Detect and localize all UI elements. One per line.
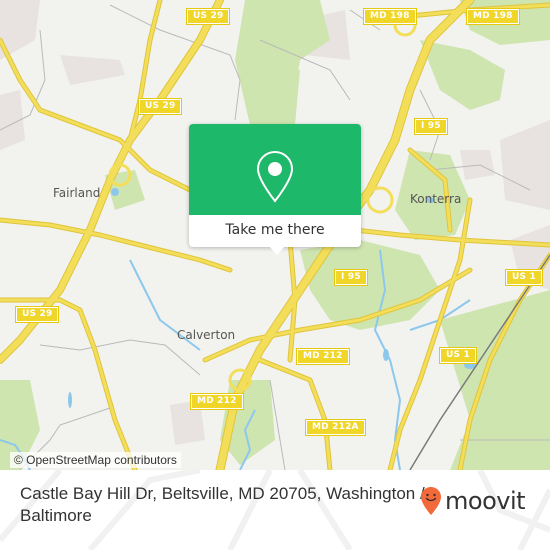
place-label-fairland: Fairland	[53, 186, 101, 200]
map[interactable]: Fairland Konterra Calverton US 29 US 29 …	[0, 0, 550, 470]
road-shield-us29: US 29	[14, 306, 60, 323]
road-shield-md212a: MD 212A	[305, 419, 366, 436]
moovit-logo[interactable]: moovit	[420, 485, 526, 517]
road-shield-us1: US 1	[505, 269, 543, 286]
road-shield-i95: I 95	[334, 269, 368, 286]
road-shield-md212: MD 212	[190, 393, 244, 410]
road-shield-md212: MD 212	[296, 348, 350, 365]
road-shield-us29: US 29	[185, 8, 231, 25]
popup-header	[189, 124, 361, 215]
moovit-smiley-pin-icon	[421, 487, 441, 515]
road-shield-md198: MD 198	[466, 8, 520, 25]
road-shield-md198: MD 198	[363, 8, 417, 25]
take-me-there-button[interactable]: Take me there	[189, 215, 361, 247]
address-text: Castle Bay Hill Dr, Beltsville, MD 20705…	[20, 484, 425, 525]
destination-popup: Take me there	[189, 124, 361, 255]
road-shield-us29: US 29	[137, 98, 183, 115]
road-shield-i95: I 95	[414, 118, 448, 135]
footer: Castle Bay Hill Dr, Beltsville, MD 20705…	[0, 470, 550, 550]
place-label-calverton: Calverton	[177, 328, 236, 342]
location-pin-icon	[256, 150, 294, 203]
map-attribution[interactable]: © OpenStreetMap contributors	[10, 452, 181, 468]
moovit-wordmark: moovit	[445, 487, 526, 515]
popup-pointer	[269, 246, 285, 255]
place-label-konterra: Konterra	[410, 192, 462, 206]
road-shield-us1: US 1	[439, 347, 477, 364]
